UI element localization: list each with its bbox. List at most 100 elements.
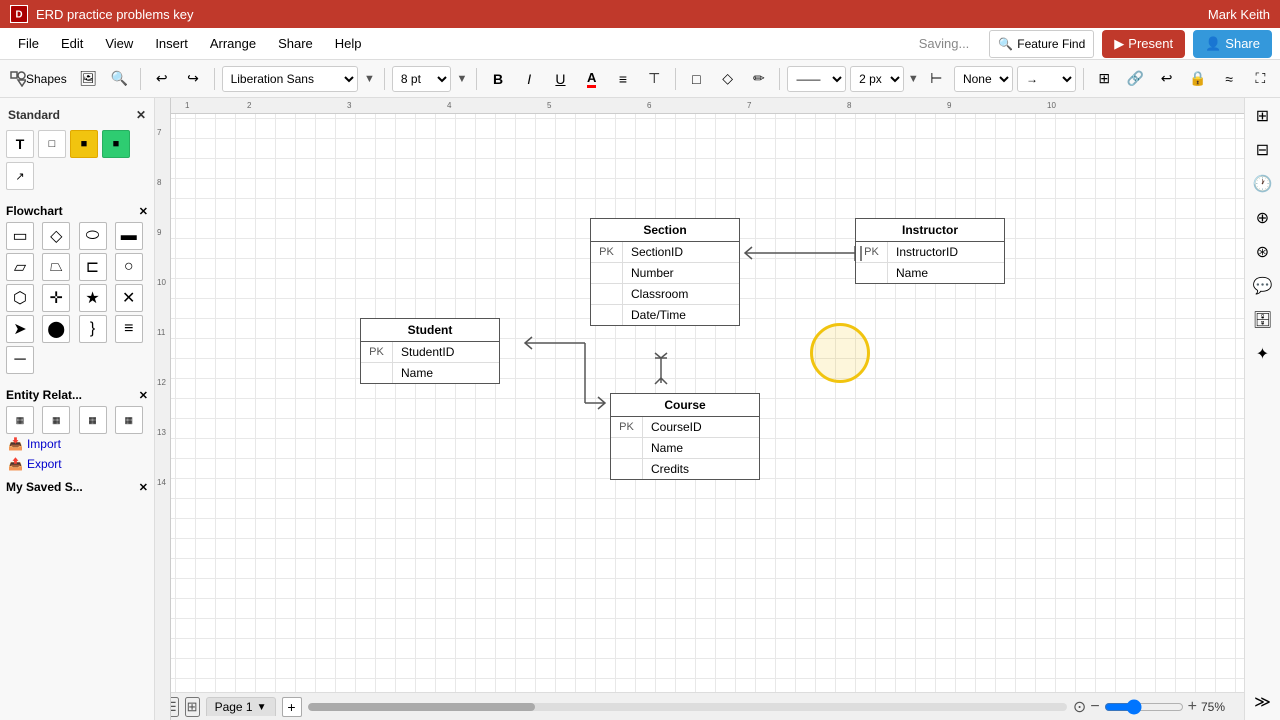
shape-line[interactable]: ─ [6,346,34,374]
instructor-table[interactable]: Instructor PK InstructorID Name [855,218,1005,284]
shape-arrow-r[interactable]: ➤ [6,315,34,343]
line-color-button[interactable]: ✏ [745,65,772,93]
table-panel-button[interactable]: ⊟ [1249,136,1277,164]
shapes-button[interactable]: Shapes [6,65,71,93]
menu-help[interactable]: Help [325,32,372,55]
import-button[interactable]: 📥 Import [6,434,148,454]
course-row-3: Credits [611,459,759,479]
menu-arrange[interactable]: Arrange [200,32,266,55]
export-button[interactable]: 📤 Export [6,454,148,474]
clock-panel-button[interactable]: 🕐 [1249,170,1277,198]
undo-button[interactable]: ↩ [148,65,175,93]
align-left-button[interactable]: ≡ [609,65,636,93]
section-field-1: SectionID [623,242,739,262]
scroll-bar[interactable] [308,703,1067,711]
menu-share[interactable]: Share [268,32,323,55]
shape-parallelogram[interactable]: ▱ [6,253,34,281]
flowchart-close-icon[interactable]: ✕ [139,205,148,218]
page-tab[interactable]: Page 1 ▼ [206,697,276,716]
shape-circle[interactable]: ○ [115,253,143,281]
rect-tool[interactable]: □ [38,130,66,158]
entity-table3[interactable]: ▦ [79,406,107,434]
shape-rect[interactable]: ▭ [6,222,34,250]
search-button[interactable]: 🔍 [106,65,133,93]
entity-table4[interactable]: ▦ [115,406,143,434]
shape-cylinder[interactable]: ⊏ [79,253,107,281]
shape-cross[interactable]: ✛ [42,284,70,312]
share-button[interactable]: 👤 Share [1193,30,1272,58]
zoom-in-button[interactable]: + [1188,698,1197,716]
undo2-button[interactable]: ↩ [1153,65,1180,93]
shape-arrow-l[interactable]: ⬤ [42,315,70,343]
underline-button[interactable]: U [547,65,574,93]
menu-insert[interactable]: Insert [145,32,198,55]
entity-close-icon[interactable]: ✕ [139,389,148,402]
font-family-select[interactable]: Liberation Sans [222,66,358,92]
canvas-area[interactable]: 1 2 3 4 5 6 7 8 9 10 7 8 9 10 11 12 13 1… [155,98,1244,720]
course-pk-3 [611,459,643,479]
arrow-end-select[interactable]: → [1017,66,1076,92]
arrow-tool[interactable]: ↗ [6,162,34,190]
section-table[interactable]: Section PK SectionID Number Classroom [590,218,740,326]
yellow-shape[interactable]: ■ [70,130,98,158]
chat-panel-button[interactable]: 💬 [1249,272,1277,300]
collapse-right-button[interactable]: ≫ [1249,688,1277,716]
shape-trapezoid[interactable]: ⏢ [42,253,70,281]
text-position-button[interactable]: ⊤ [641,65,668,93]
present-button[interactable]: ▶ Present [1102,30,1185,58]
text-tool[interactable]: T [6,130,34,158]
fill-color-button[interactable]: ◇ [714,65,741,93]
italic-button[interactable]: I [516,65,543,93]
db-panel-button[interactable]: 🗄 [1249,306,1277,334]
menu-file[interactable]: File [8,32,49,55]
format-button[interactable]: ⊞ [1091,65,1118,93]
zoom-out-button[interactable]: − [1090,698,1099,716]
shape-lines[interactable]: ≡ [115,315,143,343]
feature-find-label: Feature Find [1017,37,1085,51]
shape-brace-l[interactable]: } [79,315,107,343]
right-panel: ⊞ ⊟ 🕐 ⊕ ⊛ 💬 🗄 ✦ ≫ [1244,98,1280,720]
format-panel-button[interactable]: ⊞ [1249,102,1277,130]
font-color-button[interactable]: A [578,65,605,93]
font-size-select[interactable]: 8 pt [392,66,451,92]
course-table[interactable]: Course PK CourseID Name Credits [610,393,760,480]
entity-table2[interactable]: ▦ [42,406,70,434]
arrow-start-select[interactable]: None [954,66,1013,92]
shape-stadium[interactable]: ⬭ [79,222,107,250]
sidebar-entity-header: Entity Relat... ✕ [6,388,148,402]
shape-rect2[interactable]: ▬ [115,222,143,250]
fit-button[interactable]: ⊙ [1073,697,1086,717]
redo-button[interactable]: ↪ [179,65,206,93]
shape-star[interactable]: ★ [79,284,107,312]
standard-close-icon[interactable]: ✕ [136,108,146,122]
shape-hexagon[interactable]: ⬡ [6,284,34,312]
entity-table1[interactable]: ▦ [6,406,34,434]
line-width-select[interactable]: 2 px [850,66,904,92]
shape-x[interactable]: ✕ [115,284,143,312]
image-button[interactable]: 🖼 [75,65,102,93]
link-button[interactable]: 🔗 [1122,65,1149,93]
section-field-3: Classroom [623,284,739,304]
feature-find-button[interactable]: 🔍Feature Find [989,30,1094,58]
waypoint-button[interactable]: ⊢ [923,65,950,93]
bold-button[interactable]: B [484,65,511,93]
lock-button[interactable]: 🔒 [1184,65,1211,93]
grid-view-button[interactable]: ⊞ [185,697,200,717]
line-style-select[interactable]: —— [787,66,846,92]
menu-view[interactable]: View [95,32,143,55]
green-shape[interactable]: ■ [102,130,130,158]
tags-panel-button[interactable]: ⊛ [1249,238,1277,266]
settings-panel-button[interactable]: ✦ [1249,340,1277,368]
add-page-button[interactable]: + [282,697,302,717]
page-dropdown-icon[interactable]: ▼ [257,702,267,713]
layers-panel-button[interactable]: ⊕ [1249,204,1277,232]
saved-close-icon[interactable]: ✕ [139,481,148,494]
zoom-slider[interactable] [1104,699,1184,715]
menu-edit[interactable]: Edit [51,32,93,55]
shape-fill-button[interactable]: □ [683,65,710,93]
diagram-canvas[interactable]: Section PK SectionID Number Classroom [155,98,1244,720]
student-table[interactable]: Student PK StudentID Name [360,318,500,384]
fullscreen-button[interactable]: ⛶ [1247,65,1274,93]
shape-diamond[interactable]: ◇ [42,222,70,250]
style-button[interactable]: ≈ [1216,65,1243,93]
